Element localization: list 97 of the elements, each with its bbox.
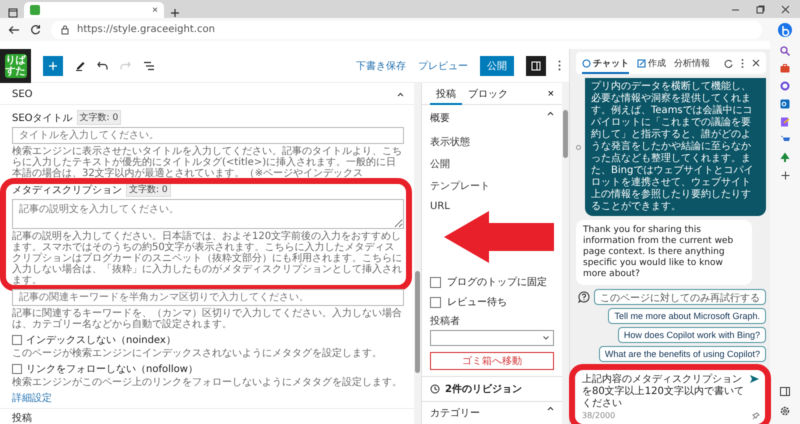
copilot-tab[interactable]: チャット — [582, 52, 629, 74]
sidebar-tab[interactable]: ブロック — [462, 82, 514, 104]
checkbox-label: インデックスしない（noindex） — [26, 334, 176, 347]
field-label: メタディスクリプション — [12, 184, 122, 196]
suggestion-chip[interactable]: このページに対してのみ再試行する — [594, 289, 766, 305]
checkbox[interactable] — [430, 296, 441, 308]
sidebar-icon — [531, 60, 541, 70]
text-field[interactable]: タイトルを入力してください。 — [12, 127, 404, 144]
text-field[interactable]: 記事の関連キーワードを半角カンマ区切りで入力してください。 — [12, 289, 404, 306]
input-text: 上記内容のメタディスクリプションを80文字以上120文字以内で書いてください — [582, 374, 745, 410]
collapse-icon[interactable] — [547, 111, 554, 116]
setting-label: 公開 — [429, 158, 451, 172]
history-icon — [430, 384, 440, 394]
character-count: 文字数: 0 — [76, 110, 122, 125]
new-tab-icon[interactable] — [170, 8, 180, 18]
suggestion-chip[interactable]: What are the benefits of using Copilot? — [598, 346, 766, 362]
more-options-icon[interactable] — [741, 58, 744, 68]
search-icon[interactable] — [780, 46, 790, 56]
pin-icon[interactable] — [752, 412, 760, 420]
help-text: 記事の説明を入力してください。日本語では、およそ120文字前後の入力をおすすめします。スマホではそのうちの約50文字が表示されます。こちらに入力したメタディスクリプションはブログカードのスニペット（抜粋文部分）にも利用されます。こちらに入力しない場合は、「抜粋」に入力したものがメタディスクリプションとして挿入されます。 — [12, 231, 403, 286]
browser-tab[interactable]: × — [24, 2, 164, 18]
section-title: 概要 — [430, 112, 450, 125]
add-icon[interactable] — [780, 171, 790, 180]
checkbox[interactable] — [12, 335, 22, 345]
logo-text: りばすた — [4, 54, 26, 78]
user-message: プリ内のデータを横断して機能し、必要な情報や洞察を提供してくれます。例えば、Teamsでは会議中にコパイロットに「これまでの議論を要約して」と指示すると、誰がどのような発言をしたかや結論に至らなかった点なども整理してくれます。また、Bingではウェブサイトとコパイロットを連携させて、ウェブサイト上の情報を参照したり要約したりすることができます。 — [585, 78, 766, 216]
checkbox-label: レビュー待ち — [447, 296, 507, 309]
undo-icon[interactable] — [97, 61, 108, 70]
advanced-settings-link[interactable]: 詳細設定 — [12, 391, 404, 405]
character-counter: 38/2000 — [582, 411, 616, 420]
list-view-icon[interactable] — [143, 60, 155, 70]
section-title: SEO — [12, 89, 33, 100]
setting-label: 表示状態 — [429, 136, 471, 150]
save-draft-link[interactable]: 下書き保存 — [356, 58, 406, 72]
copilot-tab[interactable]: 作成 — [637, 52, 666, 74]
trash-button[interactable]: ゴミ箱へ移動 — [430, 352, 554, 370]
chevron-down-icon — [543, 336, 549, 340]
field-label: 投稿者 — [429, 314, 461, 329]
tree-icon[interactable] — [780, 152, 790, 163]
help-text: 検索エンジンがこのページ上のリンクをフォローしないようにメタタグを設定します。 — [12, 377, 403, 388]
copilot-logo-icon[interactable] — [777, 22, 793, 38]
reload-icon[interactable] — [30, 24, 41, 35]
mail-app-icon[interactable] — [780, 99, 790, 109]
assistant-message: Thank you for sharing this information from the current web page context. Is there anything specific you would like to know more about? — [576, 220, 752, 285]
collapse-icon[interactable] — [547, 406, 554, 411]
sidebar-icon[interactable] — [780, 387, 790, 396]
status-dot-icon — [576, 144, 581, 150]
checkbox-label: ブログのトップに固定 — [447, 276, 547, 289]
briefcase-icon[interactable] — [780, 64, 790, 73]
checkbox[interactable] — [430, 276, 441, 288]
field-label: SEOタイトル — [12, 112, 73, 124]
collapse-icon[interactable] — [397, 92, 404, 97]
publish-button[interactable]: 公開 — [480, 56, 514, 76]
more-options-icon[interactable] — [558, 60, 561, 71]
help-text: 検索エンジンに表示させたいタイトルを入力してください。記事のタイトルより、こちらに入力したテキストが優先的にタイトルタグ(<title>)に挿入されます。一般的に日本語の場合は、32文字以内が最適とされています。（※ページやインデックス — [12, 146, 403, 179]
help-bubble-icon — [578, 291, 590, 303]
preview-link[interactable]: プレビュー — [418, 58, 468, 72]
scrollbar-thumb[interactable] — [415, 270, 420, 373]
chat-input[interactable]: 上記内容のメタディスクリプションを80文字以上120文字以内で書いてください 38/2000 — [576, 370, 766, 424]
close-icon[interactable] — [781, 4, 790, 14]
refresh-icon[interactable] — [724, 58, 733, 68]
sidebar-tab[interactable]: 投稿 — [430, 82, 462, 104]
back-icon[interactable] — [8, 24, 20, 34]
copilot-tab[interactable]: 分析情報 — [674, 52, 710, 74]
pencil-icon[interactable] — [75, 60, 85, 71]
checkbox[interactable] — [12, 364, 22, 374]
edit-square-icon — [637, 58, 646, 68]
settings-toggle-button[interactable] — [526, 56, 546, 76]
chat-bubble-icon — [582, 58, 591, 68]
tab-actions-icon[interactable] — [8, 8, 18, 18]
description-field[interactable]: 記事の説明文を入力してください。 — [12, 199, 404, 229]
settings-icon[interactable] — [780, 406, 790, 416]
scrollbar-thumb[interactable] — [563, 110, 568, 158]
setting-label: テンプレート — [429, 180, 491, 194]
tab-close-button[interactable]: × — [152, 4, 158, 16]
ring-icon[interactable] — [780, 81, 790, 91]
author-dropdown[interactable] — [430, 330, 554, 346]
add-block-button[interactable] — [43, 56, 63, 76]
checkbox-label: リンクをフォローしない（nofollow） — [26, 363, 198, 376]
help-text: 記事に関連するキーワードを、（カンマ）区切りで入力してください。入力しない場合は、カテゴリー名などから自動で設定されます。 — [12, 308, 403, 330]
suggestion-chip[interactable]: Tell me more about Microsoft Graph. — [608, 308, 766, 324]
document-app-icon[interactable] — [780, 117, 790, 127]
panel-title: 投稿 — [0, 408, 414, 424]
restore-icon[interactable] — [756, 4, 765, 14]
favicon-icon — [30, 5, 40, 15]
section-title: カテゴリー — [430, 407, 480, 420]
revisions-link[interactable]: 2件のリビジョン — [445, 382, 522, 396]
lock-icon — [61, 24, 69, 34]
address-field[interactable]: https://style.graceeight.con — [51, 20, 762, 38]
close-button[interactable]: × — [548, 88, 554, 100]
plus-icon — [48, 60, 58, 70]
suggestion-chip[interactable]: How does Copilot work with Bing? — [618, 327, 766, 343]
close-icon[interactable] — [752, 59, 760, 67]
setting-label: URL — [429, 200, 451, 214]
send-icon[interactable] — [749, 374, 760, 384]
help-text: このページが検索エンジンにインデックスされないようにメタタグを設定します。 — [12, 348, 383, 359]
cart-icon[interactable] — [780, 135, 790, 144]
